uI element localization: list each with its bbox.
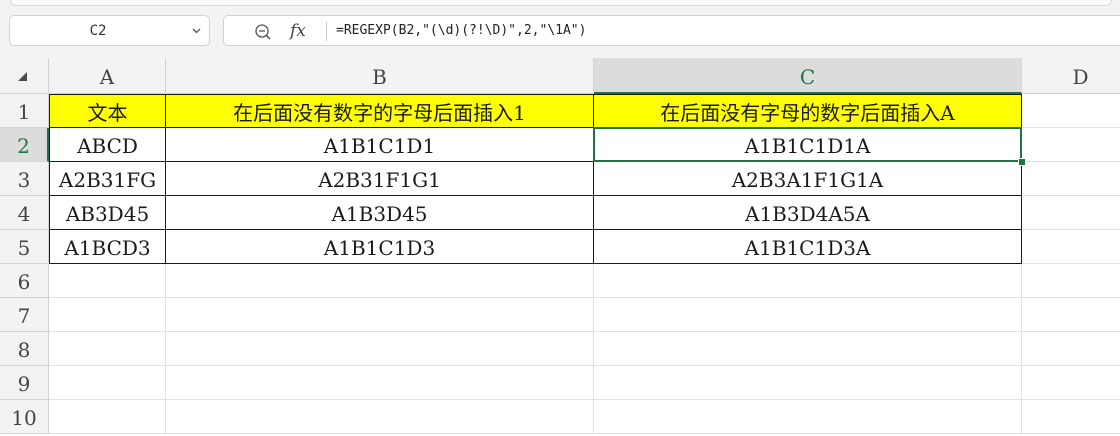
ribbon-edge <box>10 0 1112 6</box>
zoom-out-icon[interactable] <box>254 23 272 41</box>
row-header-4[interactable]: 4 <box>0 196 49 230</box>
formula-separator <box>326 22 327 41</box>
row-header-7[interactable]: 7 <box>0 298 49 332</box>
row-header-6[interactable]: 6 <box>0 264 49 298</box>
cell-c7[interactable] <box>594 298 1022 332</box>
select-all-button[interactable] <box>0 58 49 94</box>
cell-b2[interactable]: A1B1C1D1 <box>166 128 594 162</box>
cell-b4[interactable]: A1B3D45 <box>166 196 594 230</box>
cell-d10[interactable] <box>1022 400 1120 434</box>
cell-c6[interactable] <box>594 264 1022 298</box>
cell-c9[interactable] <box>594 366 1022 400</box>
cell-b9[interactable] <box>166 366 594 400</box>
cell-c1[interactable]: 在后面没有字母的数字后面插入A <box>594 94 1022 128</box>
cell-d8[interactable] <box>1022 332 1120 366</box>
row-header-2[interactable]: 2 <box>0 128 49 162</box>
column-header-c[interactable]: C <box>594 58 1022 94</box>
row-header-5[interactable]: 5 <box>0 230 49 264</box>
cell-a10[interactable] <box>49 400 166 434</box>
column-header-b[interactable]: B <box>166 58 594 94</box>
cell-d3[interactable] <box>1022 162 1120 196</box>
cell-c5[interactable]: A1B1C1D3A <box>594 230 1022 264</box>
cell-b6[interactable] <box>166 264 594 298</box>
cell-d9[interactable] <box>1022 366 1120 400</box>
name-box-value[interactable]: C2 <box>10 16 186 46</box>
column-header-d[interactable]: D <box>1022 58 1120 94</box>
cell-d4[interactable] <box>1022 196 1120 230</box>
cell-a2[interactable]: ABCD <box>49 128 166 162</box>
cell-d7[interactable] <box>1022 298 1120 332</box>
cell-a9[interactable] <box>49 366 166 400</box>
cell-a8[interactable] <box>49 332 166 366</box>
cell-d1[interactable] <box>1022 94 1120 128</box>
cell-c8[interactable] <box>594 332 1022 366</box>
cell-c4[interactable]: A1B3D4A5A <box>594 196 1022 230</box>
cell-a5[interactable]: A1BCD3 <box>49 230 166 264</box>
fill-handle[interactable] <box>1018 158 1026 166</box>
cell-a4[interactable]: AB3D45 <box>49 196 166 230</box>
row-header-3[interactable]: 3 <box>0 162 49 196</box>
cell-b10[interactable] <box>166 400 594 434</box>
spreadsheet-grid[interactable]: A B C D 1 文本 在后面没有数字的字母后面插入1 在后面没有字母的数字后面插入A 2 AB… <box>0 58 1120 434</box>
cell-c10[interactable] <box>594 400 1022 434</box>
select-all-triangle-icon <box>18 72 27 81</box>
cell-d5[interactable] <box>1022 230 1120 264</box>
chevron-down-icon[interactable] <box>192 26 201 35</box>
cell-a3[interactable]: A2B31FG <box>49 162 166 196</box>
cell-a1[interactable]: 文本 <box>49 94 166 128</box>
cell-a6[interactable] <box>49 264 166 298</box>
formula-input[interactable]: =REGEXP(B2,"(\d)(?!\D)",2,"\1A") <box>336 16 586 46</box>
cell-b1[interactable]: 在后面没有数字的字母后面插入1 <box>166 94 594 128</box>
name-box[interactable]: C2 <box>9 15 210 46</box>
row-header-10[interactable]: 10 <box>0 400 49 434</box>
formula-toolbar: C2 fx =REGEXP(B2,"(\d)(?!\D)",2,"\1A") <box>0 0 1120 58</box>
cell-b5[interactable]: A1B1C1D3 <box>166 230 594 264</box>
row-header-1[interactable]: 1 <box>0 94 49 128</box>
cell-d6[interactable] <box>1022 264 1120 298</box>
cell-b3[interactable]: A2B31F1G1 <box>166 162 594 196</box>
cell-d2[interactable] <box>1022 128 1120 162</box>
cell-c3[interactable]: A2B3A1F1G1A <box>594 162 1022 196</box>
cell-c2[interactable]: A1B1C1D1A <box>594 128 1022 162</box>
cell-b7[interactable] <box>166 298 594 332</box>
formula-bar[interactable]: fx =REGEXP(B2,"(\d)(?!\D)",2,"\1A") <box>223 15 1120 46</box>
row-header-9[interactable]: 9 <box>0 366 49 400</box>
cell-b8[interactable] <box>166 332 594 366</box>
row-header-8[interactable]: 8 <box>0 332 49 366</box>
fx-icon[interactable]: fx <box>290 18 306 44</box>
column-header-a[interactable]: A <box>49 58 166 94</box>
cell-a7[interactable] <box>49 298 166 332</box>
